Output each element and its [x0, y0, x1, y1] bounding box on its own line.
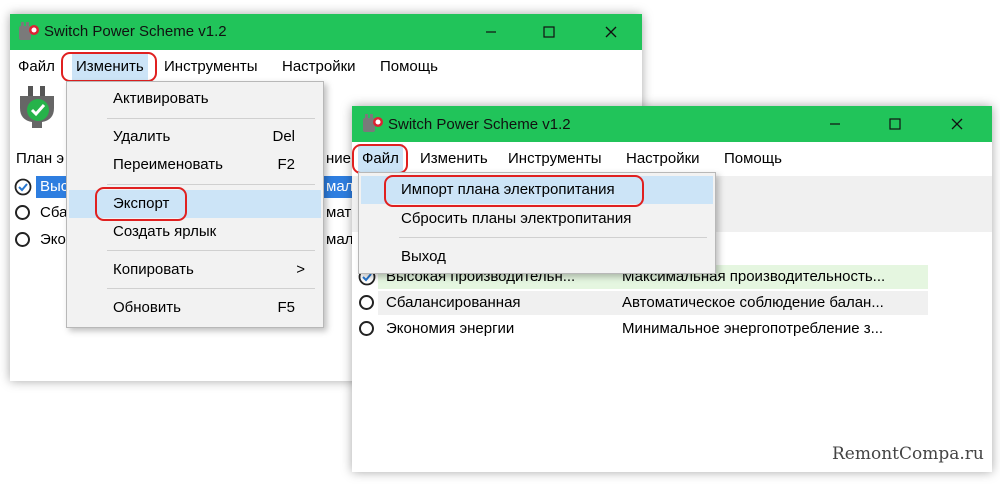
menu-reset-label: Сбросить планы электропитания: [401, 210, 632, 227]
app-icon: [362, 114, 384, 134]
submenu-arrow-icon: >: [296, 261, 305, 278]
menu-settings[interactable]: Настройки: [278, 52, 360, 82]
back-titlebar: Switch Power Scheme v1.2: [10, 14, 642, 50]
maximize-button[interactable]: [872, 106, 918, 142]
radio-button[interactable]: [15, 205, 30, 220]
menu-file[interactable]: Файл: [14, 52, 59, 82]
back-row-desc: мал: [326, 178, 354, 195]
menu-activate-label: Активировать: [113, 90, 209, 107]
back-row-name[interactable]: Эко: [40, 231, 66, 248]
separator: [107, 288, 315, 289]
menu-rename-label: Переименовать: [113, 156, 223, 173]
radio-button[interactable]: [15, 232, 30, 247]
radio-button[interactable]: [359, 321, 374, 336]
menu-create-shortcut-label: Создать ярлык: [113, 223, 217, 240]
column-header-desc: ние: [326, 150, 352, 167]
plan-description: Автоматическое соблюдение балан...: [622, 294, 884, 311]
plan-name[interactable]: Экономия энергии: [386, 320, 514, 337]
app-icon: [18, 22, 40, 42]
plan-name[interactable]: Сбалансированная: [386, 294, 521, 311]
menu-refresh-label: Обновить: [113, 299, 181, 316]
menu-help[interactable]: Помощь: [720, 144, 786, 174]
menu-copy-label: Копировать: [113, 261, 194, 278]
back-window-title: Switch Power Scheme v1.2: [44, 23, 227, 40]
file-menu-outline: [352, 144, 408, 174]
separator: [399, 237, 707, 238]
activate-plug-icon[interactable]: [16, 86, 60, 130]
menu-edit[interactable]: Изменить: [416, 144, 492, 174]
menu-exit[interactable]: Выход: [361, 243, 713, 271]
close-button[interactable]: [588, 14, 634, 50]
menu-delete[interactable]: Удалить Del: [69, 123, 321, 151]
minimize-button[interactable]: [468, 14, 514, 50]
menu-create-shortcut[interactable]: Создать ярлык: [69, 218, 321, 246]
close-button[interactable]: [934, 106, 980, 142]
front-window: Switch Power Scheme v1.2 Файл Изменить И…: [352, 106, 992, 472]
shortcut-label: F5: [277, 299, 295, 316]
back-row-name[interactable]: Сба: [40, 204, 67, 221]
menu-copy[interactable]: Копировать >: [69, 256, 321, 284]
menu-reset-plans[interactable]: Сбросить планы электропитания: [361, 205, 713, 233]
shortcut-label: F2: [277, 156, 295, 173]
menu-tools[interactable]: Инструменты: [160, 52, 262, 82]
separator: [107, 250, 315, 251]
back-menubar: Файл Изменить Инструменты Настройки Помо…: [10, 52, 642, 82]
shortcut-label: Del: [272, 128, 295, 145]
menu-tools[interactable]: Инструменты: [504, 144, 606, 174]
menu-exit-label: Выход: [401, 248, 446, 265]
export-outline: [95, 187, 187, 221]
edit-menu-outline: [61, 52, 157, 82]
front-window-title: Switch Power Scheme v1.2: [388, 116, 571, 133]
menu-refresh[interactable]: Обновить F5: [69, 294, 321, 322]
front-titlebar: Switch Power Scheme v1.2: [352, 106, 992, 142]
maximize-button[interactable]: [526, 14, 572, 50]
menu-delete-label: Удалить: [113, 128, 171, 145]
menu-settings[interactable]: Настройки: [622, 144, 704, 174]
import-outline: [384, 175, 644, 207]
column-header-plan: План э: [16, 150, 64, 167]
file-dropdown: Импорт плана электропитания Сбросить пла…: [358, 172, 716, 274]
back-row-name[interactable]: Выс: [40, 178, 68, 195]
separator: [107, 118, 315, 119]
menu-rename[interactable]: Переименовать F2: [69, 151, 321, 179]
radio-button[interactable]: [359, 295, 374, 310]
menu-help[interactable]: Помощь: [376, 52, 442, 82]
separator: [107, 184, 315, 185]
plan-description: Минимальное энергопотребление з...: [622, 320, 884, 337]
front-menubar: Файл Изменить Инструменты Настройки Помо…: [352, 144, 992, 174]
check-radio-icon[interactable]: [14, 178, 32, 196]
watermark: RemontCompa.ru: [832, 444, 984, 464]
back-row-desc: мал: [326, 231, 354, 248]
edit-dropdown: Активировать Удалить Del Переименовать F2 …: [66, 81, 324, 328]
menu-activate[interactable]: Активировать: [69, 85, 321, 113]
minimize-button[interactable]: [812, 106, 858, 142]
